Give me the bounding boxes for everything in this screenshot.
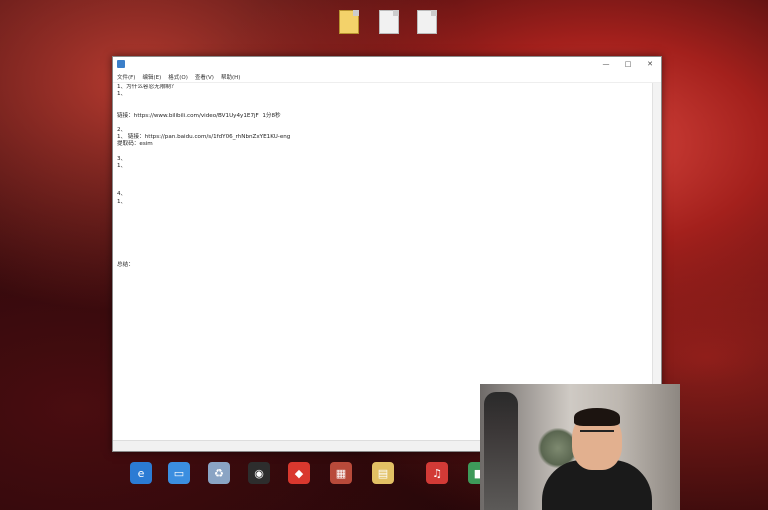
text-line xyxy=(117,177,651,184)
text-line xyxy=(117,206,651,213)
text-line xyxy=(117,227,651,234)
text-line: 3、 xyxy=(117,155,127,162)
minimize-button[interactable]: — xyxy=(595,60,617,68)
maximize-button[interactable]: □ xyxy=(617,60,639,68)
text-line xyxy=(117,248,651,255)
desktop-shortcut-0[interactable]: e xyxy=(122,462,160,486)
text-line xyxy=(117,170,651,177)
text-line: 链接：https://www.bilibili.com/video/BV1Uy4… xyxy=(117,112,281,119)
text-line xyxy=(117,220,651,227)
text-line: 总结： xyxy=(117,261,134,268)
person-left xyxy=(484,392,518,510)
netease-music-icon: ♫ xyxy=(426,462,448,484)
desktop-shortcut-3[interactable]: ◉ xyxy=(240,462,278,486)
document-icon xyxy=(339,10,359,34)
text-line xyxy=(117,184,651,191)
text-line xyxy=(117,99,651,106)
title-bar: — □ ✕ xyxy=(113,57,661,71)
menu-bar: 文件(F) 编辑(E) 格式(O) 查看(V) 帮助(H) xyxy=(113,71,661,83)
desktop-file-3[interactable] xyxy=(404,10,450,36)
text-line: 1、为什么容忍无限制？ xyxy=(117,84,177,90)
desktop-shortcut-7[interactable]: ♫ xyxy=(418,462,456,486)
recycle-bin-icon: ♻ xyxy=(208,462,230,484)
menu-view[interactable]: 查看(V) xyxy=(195,73,214,81)
document-icon: ▤ xyxy=(372,462,394,484)
text-line: 提取码：esim xyxy=(117,141,153,148)
text-line: 4、 xyxy=(117,191,127,198)
text-line: 1、 xyxy=(117,91,127,98)
text-line: 1、 xyxy=(117,163,127,170)
desktop-shortcut-4[interactable]: ◆ xyxy=(280,462,318,486)
menu-edit[interactable]: 编辑(E) xyxy=(142,73,161,81)
text-line: 1、 xyxy=(117,198,127,205)
desktop-shortcut-6[interactable]: ▤ xyxy=(364,462,402,486)
menu-format[interactable]: 格式(O) xyxy=(168,73,188,81)
person-glasses xyxy=(580,430,614,438)
game-icon: ▦ xyxy=(330,462,352,484)
text-line xyxy=(117,213,651,220)
desktop-shortcut-1[interactable]: ▭ xyxy=(160,462,198,486)
document-icon xyxy=(379,10,399,34)
webcam-overlay xyxy=(480,384,680,510)
close-button[interactable]: ✕ xyxy=(639,60,661,68)
text-line xyxy=(117,149,651,156)
text-line xyxy=(117,234,651,241)
menu-file[interactable]: 文件(F) xyxy=(117,73,135,81)
text-line xyxy=(117,269,651,276)
text-line: 1、 链接：https://pan.baidu.com/s/1fdY06_rhN… xyxy=(117,134,291,141)
desktop-shortcut-2[interactable]: ♻ xyxy=(200,462,238,486)
text-line xyxy=(117,276,651,283)
notepad-icon xyxy=(117,60,125,68)
desktop-shortcut-5[interactable]: ▦ xyxy=(322,462,360,486)
pc-icon: ▭ xyxy=(168,462,190,484)
edge-icon: e xyxy=(130,462,152,484)
obs-icon: ◉ xyxy=(248,462,270,484)
text-line xyxy=(117,241,651,248)
qq-icon: ◆ xyxy=(288,462,310,484)
text-line xyxy=(117,106,651,113)
text-line xyxy=(117,255,651,262)
text-line xyxy=(117,120,651,127)
menu-help[interactable]: 帮助(H) xyxy=(221,73,240,81)
document-icon xyxy=(417,10,437,34)
person-hair xyxy=(574,408,620,426)
